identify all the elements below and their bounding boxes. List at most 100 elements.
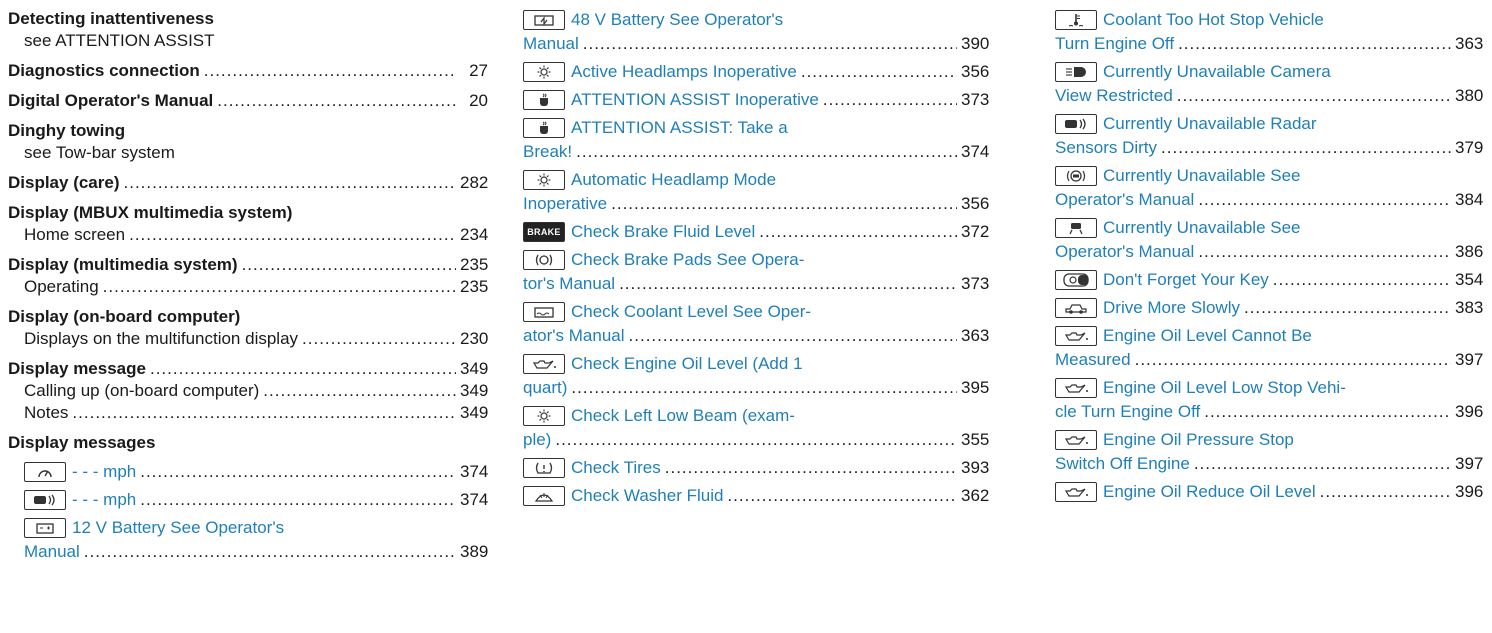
message-entry[interactable]: Check Engine Oil Level (Add 1 xyxy=(523,352,989,376)
message-entry[interactable]: Check Left Low Beam (exam- xyxy=(523,404,989,428)
index-heading: Detecting inattentiveness xyxy=(8,8,488,30)
message-entry[interactable]: ple) 355 xyxy=(523,428,989,452)
message-entry[interactable]: Don't Forget Your Key 354 xyxy=(1055,268,1483,292)
page-number: 235 xyxy=(460,277,489,296)
message-link[interactable]: Currently Unavailable See xyxy=(1103,165,1301,187)
message-entry[interactable]: Check Coolant Level See Oper- xyxy=(523,300,989,324)
message-entry[interactable]: ator's Manual 363 xyxy=(523,324,989,348)
message-entry[interactable]: ATTENTION ASSIST Inoperative 373 xyxy=(523,88,989,112)
message-entry[interactable]: Measured 397 xyxy=(1055,348,1483,372)
message-link[interactable]: Drive More Slowly xyxy=(1103,297,1240,319)
dot-leader xyxy=(1135,349,1451,371)
message-link[interactable]: Currently Unavailable See xyxy=(1103,217,1301,239)
message-entry[interactable]: Check Brake Pads See Opera- xyxy=(523,248,989,272)
message-link[interactable]: Check Washer Fluid xyxy=(571,485,723,507)
message-entry[interactable]: Manual 390 xyxy=(523,32,989,56)
message-entry[interactable]: Break! 374 xyxy=(523,140,989,164)
message-link[interactable]: ATTENTION ASSIST Inoperative xyxy=(571,89,819,111)
message-entry[interactable]: Sensors Dirty 379 xyxy=(1055,136,1483,160)
message-entry[interactable]: Engine Oil Level Low Stop Vehi- xyxy=(1055,376,1483,400)
message-entry[interactable]: tor's Manual 373 xyxy=(523,272,989,296)
message-entry[interactable]: Check Washer Fluid 362 xyxy=(523,484,989,508)
message-link[interactable]: Currently Unavailable Camera xyxy=(1103,61,1331,83)
message-entry[interactable]: Switch Off Engine 397 xyxy=(1055,452,1483,476)
message-entry[interactable]: Currently Unavailable Camera xyxy=(1055,60,1483,84)
message-entry[interactable]: Currently Unavailable Radar xyxy=(1055,112,1483,136)
message-entry[interactable]: BRAKE Check Brake Fluid Level 372 xyxy=(523,220,989,244)
message-entry[interactable]: Coolant Too Hot Stop Vehicle xyxy=(1055,8,1483,32)
message-entry[interactable]: quart) 395 xyxy=(523,376,989,400)
message-link[interactable]: Check Tires xyxy=(571,457,661,479)
message-link[interactable]: ATTENTION ASSIST: Take a xyxy=(571,117,788,139)
page-number: 372 xyxy=(961,222,990,241)
message-link[interactable]: ple) xyxy=(523,429,551,451)
message-entry[interactable]: Drive More Slowly 383 xyxy=(1055,296,1483,320)
message-link[interactable]: Inoperative xyxy=(523,193,607,215)
message-link[interactable]: Engine Oil Level Cannot Be xyxy=(1103,325,1312,347)
oil-can-icon xyxy=(1055,482,1097,502)
key-icon xyxy=(1055,270,1097,290)
message-link[interactable]: Don't Forget Your Key xyxy=(1103,269,1269,291)
message-link[interactable]: Check Engine Oil Level (Add 1 xyxy=(571,353,803,375)
message-link[interactable]: - - - mph xyxy=(72,461,136,483)
message-link[interactable]: Operator's Manual xyxy=(1055,241,1194,263)
message-link[interactable]: - - - mph xyxy=(72,489,136,511)
message-link[interactable]: Switch Off Engine xyxy=(1055,453,1190,475)
message-entry[interactable]: cle Turn Engine Off 396 xyxy=(1055,400,1483,424)
index-heading: Display messages xyxy=(8,432,488,454)
message-entry[interactable]: Currently Unavailable See xyxy=(1055,164,1483,188)
message-entry[interactable]: Inoperative 356 xyxy=(523,192,989,216)
message-link[interactable]: Check Brake Fluid Level xyxy=(571,221,755,243)
camera-icon xyxy=(1055,62,1097,82)
message-entry[interactable]: Currently Unavailable See xyxy=(1055,216,1483,240)
index-heading: Display message 349 xyxy=(8,358,488,380)
message-link[interactable]: Break! xyxy=(523,141,572,163)
message-entry[interactable]: Engine Oil Reduce Oil Level 396 xyxy=(1055,480,1483,504)
entry-label: Diagnostics connection xyxy=(8,61,200,80)
message-entry[interactable]: ATTENTION ASSIST: Take a xyxy=(523,116,989,140)
message-entry[interactable]: - - - mph 374 xyxy=(24,460,488,484)
message-entry[interactable]: Automatic Headlamp Mode xyxy=(523,168,989,192)
message-entry[interactable]: Engine Oil Pressure Stop xyxy=(1055,428,1483,452)
message-link[interactable]: 12 V Battery See Operator's xyxy=(72,517,284,539)
message-link[interactable]: Automatic Headlamp Mode xyxy=(571,169,776,191)
message-entry[interactable]: Operator's Manual 386 xyxy=(1055,240,1483,264)
message-link[interactable]: Sensors Dirty xyxy=(1055,137,1157,159)
message-link[interactable]: Check Left Low Beam (exam- xyxy=(571,405,795,427)
dot-leader xyxy=(1320,481,1451,503)
message-link[interactable]: Manual xyxy=(24,541,80,563)
message-link[interactable]: 48 V Battery See Operator's xyxy=(571,9,783,31)
message-entry[interactable]: Active Headlamps Inoperative 356 xyxy=(523,60,989,84)
index-heading: Diagnostics connection 27 xyxy=(8,60,488,82)
message-link[interactable]: Coolant Too Hot Stop Vehicle xyxy=(1103,9,1324,31)
message-entry[interactable]: Manual 389 xyxy=(24,540,488,564)
message-link[interactable]: Currently Unavailable Radar xyxy=(1103,113,1317,135)
message-link[interactable]: tor's Manual xyxy=(523,273,615,295)
message-entry[interactable]: Operator's Manual 384 xyxy=(1055,188,1483,212)
message-entry[interactable]: - - - mph 374 xyxy=(24,488,488,512)
message-link[interactable]: Operator's Manual xyxy=(1055,189,1194,211)
message-entry[interactable]: 48 V Battery See Operator's xyxy=(523,8,989,32)
entry-label: Operating xyxy=(24,277,99,296)
message-link[interactable]: Engine Oil Reduce Oil Level xyxy=(1103,481,1316,503)
message-link[interactable]: Engine Oil Pressure Stop xyxy=(1103,429,1294,451)
message-link[interactable]: ator's Manual xyxy=(523,325,625,347)
message-link[interactable]: Measured xyxy=(1055,349,1131,371)
page-number: 397 xyxy=(1455,454,1484,473)
message-entry[interactable]: View Restricted 380 xyxy=(1055,84,1483,108)
message-link[interactable]: Turn Engine Off xyxy=(1055,33,1174,55)
index-subentry: Displays on the multifunction display 230 xyxy=(8,328,488,350)
message-link[interactable]: cle Turn Engine Off xyxy=(1055,401,1200,423)
message-link[interactable]: Check Coolant Level See Oper- xyxy=(571,301,811,323)
message-entry[interactable]: 12 V Battery See Operator's xyxy=(24,516,488,540)
oil-can-icon xyxy=(1055,326,1097,346)
message-link[interactable]: Active Headlamps Inoperative xyxy=(571,61,797,83)
message-link[interactable]: Manual xyxy=(523,33,579,55)
message-entry[interactable]: Check Tires 393 xyxy=(523,456,989,480)
message-link[interactable]: View Restricted xyxy=(1055,85,1173,107)
message-link[interactable]: Check Brake Pads See Opera- xyxy=(571,249,804,271)
message-link[interactable]: Engine Oil Level Low Stop Vehi- xyxy=(1103,377,1346,399)
message-entry[interactable]: Engine Oil Level Cannot Be xyxy=(1055,324,1483,348)
message-entry[interactable]: Turn Engine Off 363 xyxy=(1055,32,1483,56)
message-link[interactable]: quart) xyxy=(523,377,567,399)
